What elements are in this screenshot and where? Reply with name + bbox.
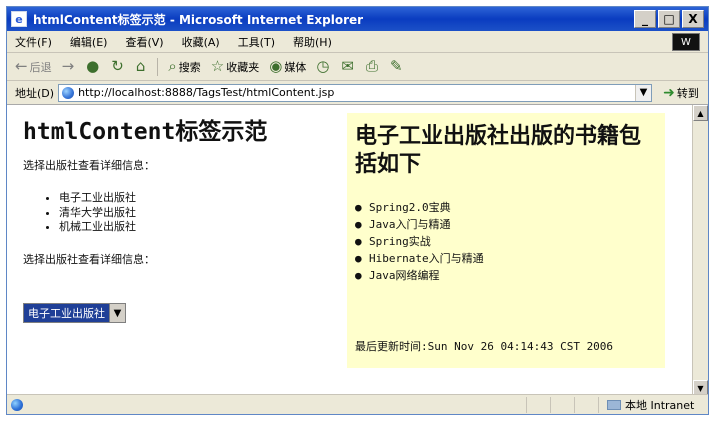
status-main — [7, 397, 526, 413]
favorites-label: 收藏夹 — [226, 60, 260, 74]
last-updated: 最后更新时间:Sun Nov 26 04:14:43 CST 2006 — [355, 340, 614, 353]
scroll-up-button[interactable]: ▲ — [693, 105, 708, 121]
home-button[interactable]: ⌂ — [136, 59, 148, 74]
window-controls: _ □ X — [634, 10, 704, 28]
back-arrow-icon: ← — [15, 57, 28, 75]
book-title: Spring2.0宝典 — [369, 201, 451, 215]
window-title: htmlContent标签示范 - Microsoft Internet Exp… — [33, 12, 364, 27]
address-dropdown-button[interactable]: ▼ — [635, 84, 651, 101]
search-icon: ⌕ — [168, 57, 177, 75]
back-label: 后退 — [29, 60, 52, 74]
status-page-icon — [11, 398, 23, 411]
media-label: 媒体 — [284, 60, 307, 74]
publisher-select[interactable]: 电子工业出版社 ▼ — [23, 303, 126, 323]
home-icon: ⌂ — [135, 57, 146, 75]
vertical-scrollbar[interactable]: ▲ ▼ — [692, 105, 708, 396]
stop-icon: ● — [86, 57, 100, 75]
book-title: Hibernate入门与精通 — [369, 252, 484, 266]
menu-file[interactable]: 文件(F) — [15, 34, 52, 50]
toolbar-divider — [157, 57, 159, 76]
search-label: 搜索 — [178, 60, 201, 74]
refresh-icon: ↻ — [111, 57, 124, 75]
selected-publisher: 电子工业出版社 — [24, 304, 109, 322]
page-viewport: htmlContent标签示范 选择出版社查看详细信息： 电子工业出版社 清华大… — [7, 105, 708, 396]
status-pane-3 — [574, 396, 598, 413]
edit-icon: ✎ — [390, 57, 403, 75]
menu-edit[interactable]: 编辑(E) — [70, 34, 108, 50]
maximize-button[interactable]: □ — [658, 10, 680, 28]
back-button[interactable]: ← 后退 — [15, 59, 52, 75]
book-item: ● Hibernate入门与精通 — [355, 250, 657, 266]
print-icon: ⎙ — [365, 57, 378, 75]
book-title: Spring实战 — [369, 235, 431, 249]
intranet-icon — [607, 399, 621, 410]
history-icon: ◷ — [316, 57, 330, 75]
book-item: ● Java入门与精通 — [355, 216, 657, 232]
status-pane-1 — [526, 396, 550, 413]
media-button[interactable]: ◉ 媒体 — [269, 59, 306, 75]
browser-window: e htmlContent标签示范 - Microsoft Internet E… — [6, 6, 709, 415]
menu-favorites[interactable]: 收藏(A) — [182, 34, 220, 50]
book-panel: 电子工业出版社出版的书籍包括如下 ● Spring2.0宝典 ● Java入门与精通… — [347, 113, 665, 368]
menu-bar: 文件(F) 编辑(E) 查看(V) 收藏(A) 工具(T) 帮助(H) W — [7, 31, 708, 53]
go-button[interactable]: ➜ 转到 — [660, 84, 702, 102]
book-item: ● Java网络编程 — [355, 267, 657, 283]
mail-icon: ✉ — [341, 57, 354, 75]
menu-view[interactable]: 查看(V) — [125, 34, 163, 50]
address-field[interactable]: http://localhost:8888/TagsTest/htmlConte… — [58, 83, 652, 102]
windows-logo-icon: W — [672, 33, 700, 51]
ie-logo-icon: e — [11, 11, 27, 27]
publisher-item[interactable]: 清华大学出版社 — [59, 206, 323, 219]
instruction-top: 选择出版社查看详细信息： — [23, 159, 155, 173]
menu-tools[interactable]: 工具(T) — [238, 34, 275, 50]
book-item: ● Spring实战 — [355, 233, 657, 249]
toolbar: ← 后退 → ● ↻ ⌂ ⌕ 搜索 ☆ 收藏夹 ◉ 媒体 ◷ ✉ ⎙ ✎ — [7, 53, 708, 81]
chevron-down-icon[interactable]: ▼ — [109, 304, 125, 322]
forward-button[interactable]: → — [62, 59, 77, 74]
forward-arrow-icon: → — [61, 57, 75, 75]
mail-button[interactable]: ✉ — [341, 59, 356, 74]
refresh-button[interactable]: ↻ — [111, 59, 126, 74]
publisher-item[interactable]: 电子工业出版社 — [59, 191, 323, 204]
publisher-list: 电子工业出版社 清华大学出版社 机械工业出版社 — [23, 191, 323, 233]
favorites-button[interactable]: ☆ 收藏夹 — [211, 59, 259, 75]
close-button[interactable]: X — [682, 10, 704, 28]
bullet-icon: ● — [355, 201, 362, 215]
zone-label: 本地 Intranet — [625, 398, 695, 412]
book-item: ● Spring2.0宝典 — [355, 199, 657, 215]
address-bar: 地址(D) http://localhost:8888/TagsTest/htm… — [7, 81, 708, 105]
favorites-icon: ☆ — [210, 57, 225, 75]
page-icon — [62, 86, 75, 99]
book-title: Java入门与精通 — [369, 218, 451, 232]
status-bar: 本地 Intranet — [7, 394, 708, 414]
stop-button[interactable]: ● — [86, 59, 101, 74]
menu-help[interactable]: 帮助(H) — [293, 34, 332, 50]
left-content: htmlContent标签示范 选择出版社查看详细信息： 电子工业出版社 清华大… — [23, 119, 323, 323]
book-title: Java网络编程 — [369, 269, 440, 283]
bullet-icon: ● — [355, 235, 362, 249]
title-bar[interactable]: e htmlContent标签示范 - Microsoft Internet E… — [7, 7, 708, 31]
search-button[interactable]: ⌕ 搜索 — [168, 59, 200, 75]
address-label: 地址(D) — [15, 86, 55, 100]
media-icon: ◉ — [269, 57, 283, 75]
history-button[interactable]: ◷ — [316, 59, 331, 74]
book-panel-title: 电子工业出版社出版的书籍包括如下 — [355, 124, 642, 178]
security-zone: 本地 Intranet — [598, 396, 708, 413]
page-title: htmlContent标签示范 — [23, 119, 268, 145]
bullet-icon: ● — [355, 252, 362, 266]
bullet-icon: ● — [355, 218, 362, 232]
bullet-icon: ● — [355, 269, 362, 283]
instruction-bottom: 选择出版社查看详细信息： — [23, 253, 155, 266]
go-arrow-icon: ➜ — [663, 84, 675, 101]
publisher-item[interactable]: 机械工业出版社 — [59, 220, 323, 233]
minimize-button[interactable]: _ — [634, 10, 656, 28]
address-url: http://localhost:8888/TagsTest/htmlConte… — [78, 86, 335, 99]
edit-button[interactable]: ✎ — [390, 59, 405, 74]
print-button[interactable]: ⎙ — [366, 59, 380, 74]
go-label: 转到 — [676, 86, 699, 100]
status-pane-2 — [550, 396, 574, 413]
book-list: ● Spring2.0宝典 ● Java入门与精通 ● Spring实战 ● Hiber… — [355, 199, 657, 283]
